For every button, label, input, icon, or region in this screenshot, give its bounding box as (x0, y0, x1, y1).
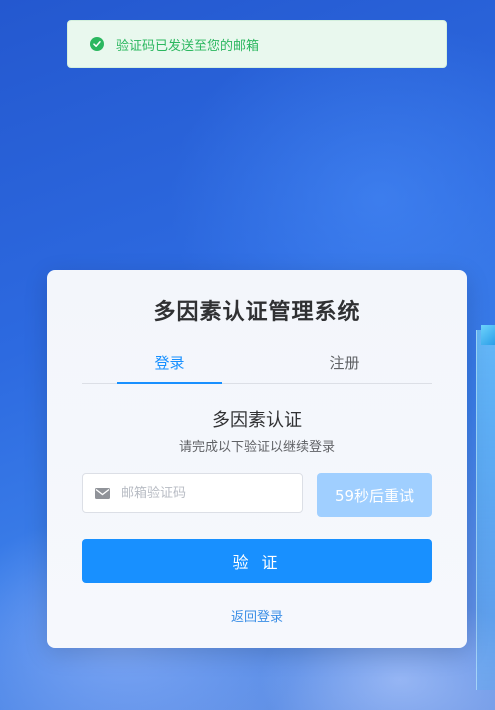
tab-login[interactable]: 登录 (117, 348, 222, 383)
login-card: 多因素认证管理系统 登录 注册 多因素认证 请完成以下验证以继续登录 59秒后重… (47, 270, 467, 648)
toast-message: 验证码已发送至您的邮箱 (116, 38, 260, 54)
mfa-heading: 多因素认证 (212, 410, 302, 431)
verify-button[interactable]: 验 证 (82, 539, 432, 583)
decorative-cube (481, 325, 495, 345)
back-to-login-link[interactable]: 返回登录 (47, 606, 467, 625)
success-toast: 验证码已发送至您的邮箱 (67, 20, 447, 68)
active-tab-indicator (117, 382, 222, 384)
email-code-field[interactable] (82, 473, 303, 513)
mfa-subheading: 请完成以下验证以继续登录 (178, 440, 335, 455)
email-code-input[interactable] (119, 484, 283, 502)
check-circle-icon (90, 37, 104, 51)
auth-tabs: 登录 注册 (82, 348, 432, 384)
page-title: 多因素认证管理系统 (153, 300, 361, 325)
decorative-bar (476, 330, 495, 690)
tab-register[interactable]: 注册 (292, 348, 397, 383)
mail-icon (95, 487, 110, 499)
resend-code-button[interactable]: 59秒后重试 (317, 473, 432, 517)
